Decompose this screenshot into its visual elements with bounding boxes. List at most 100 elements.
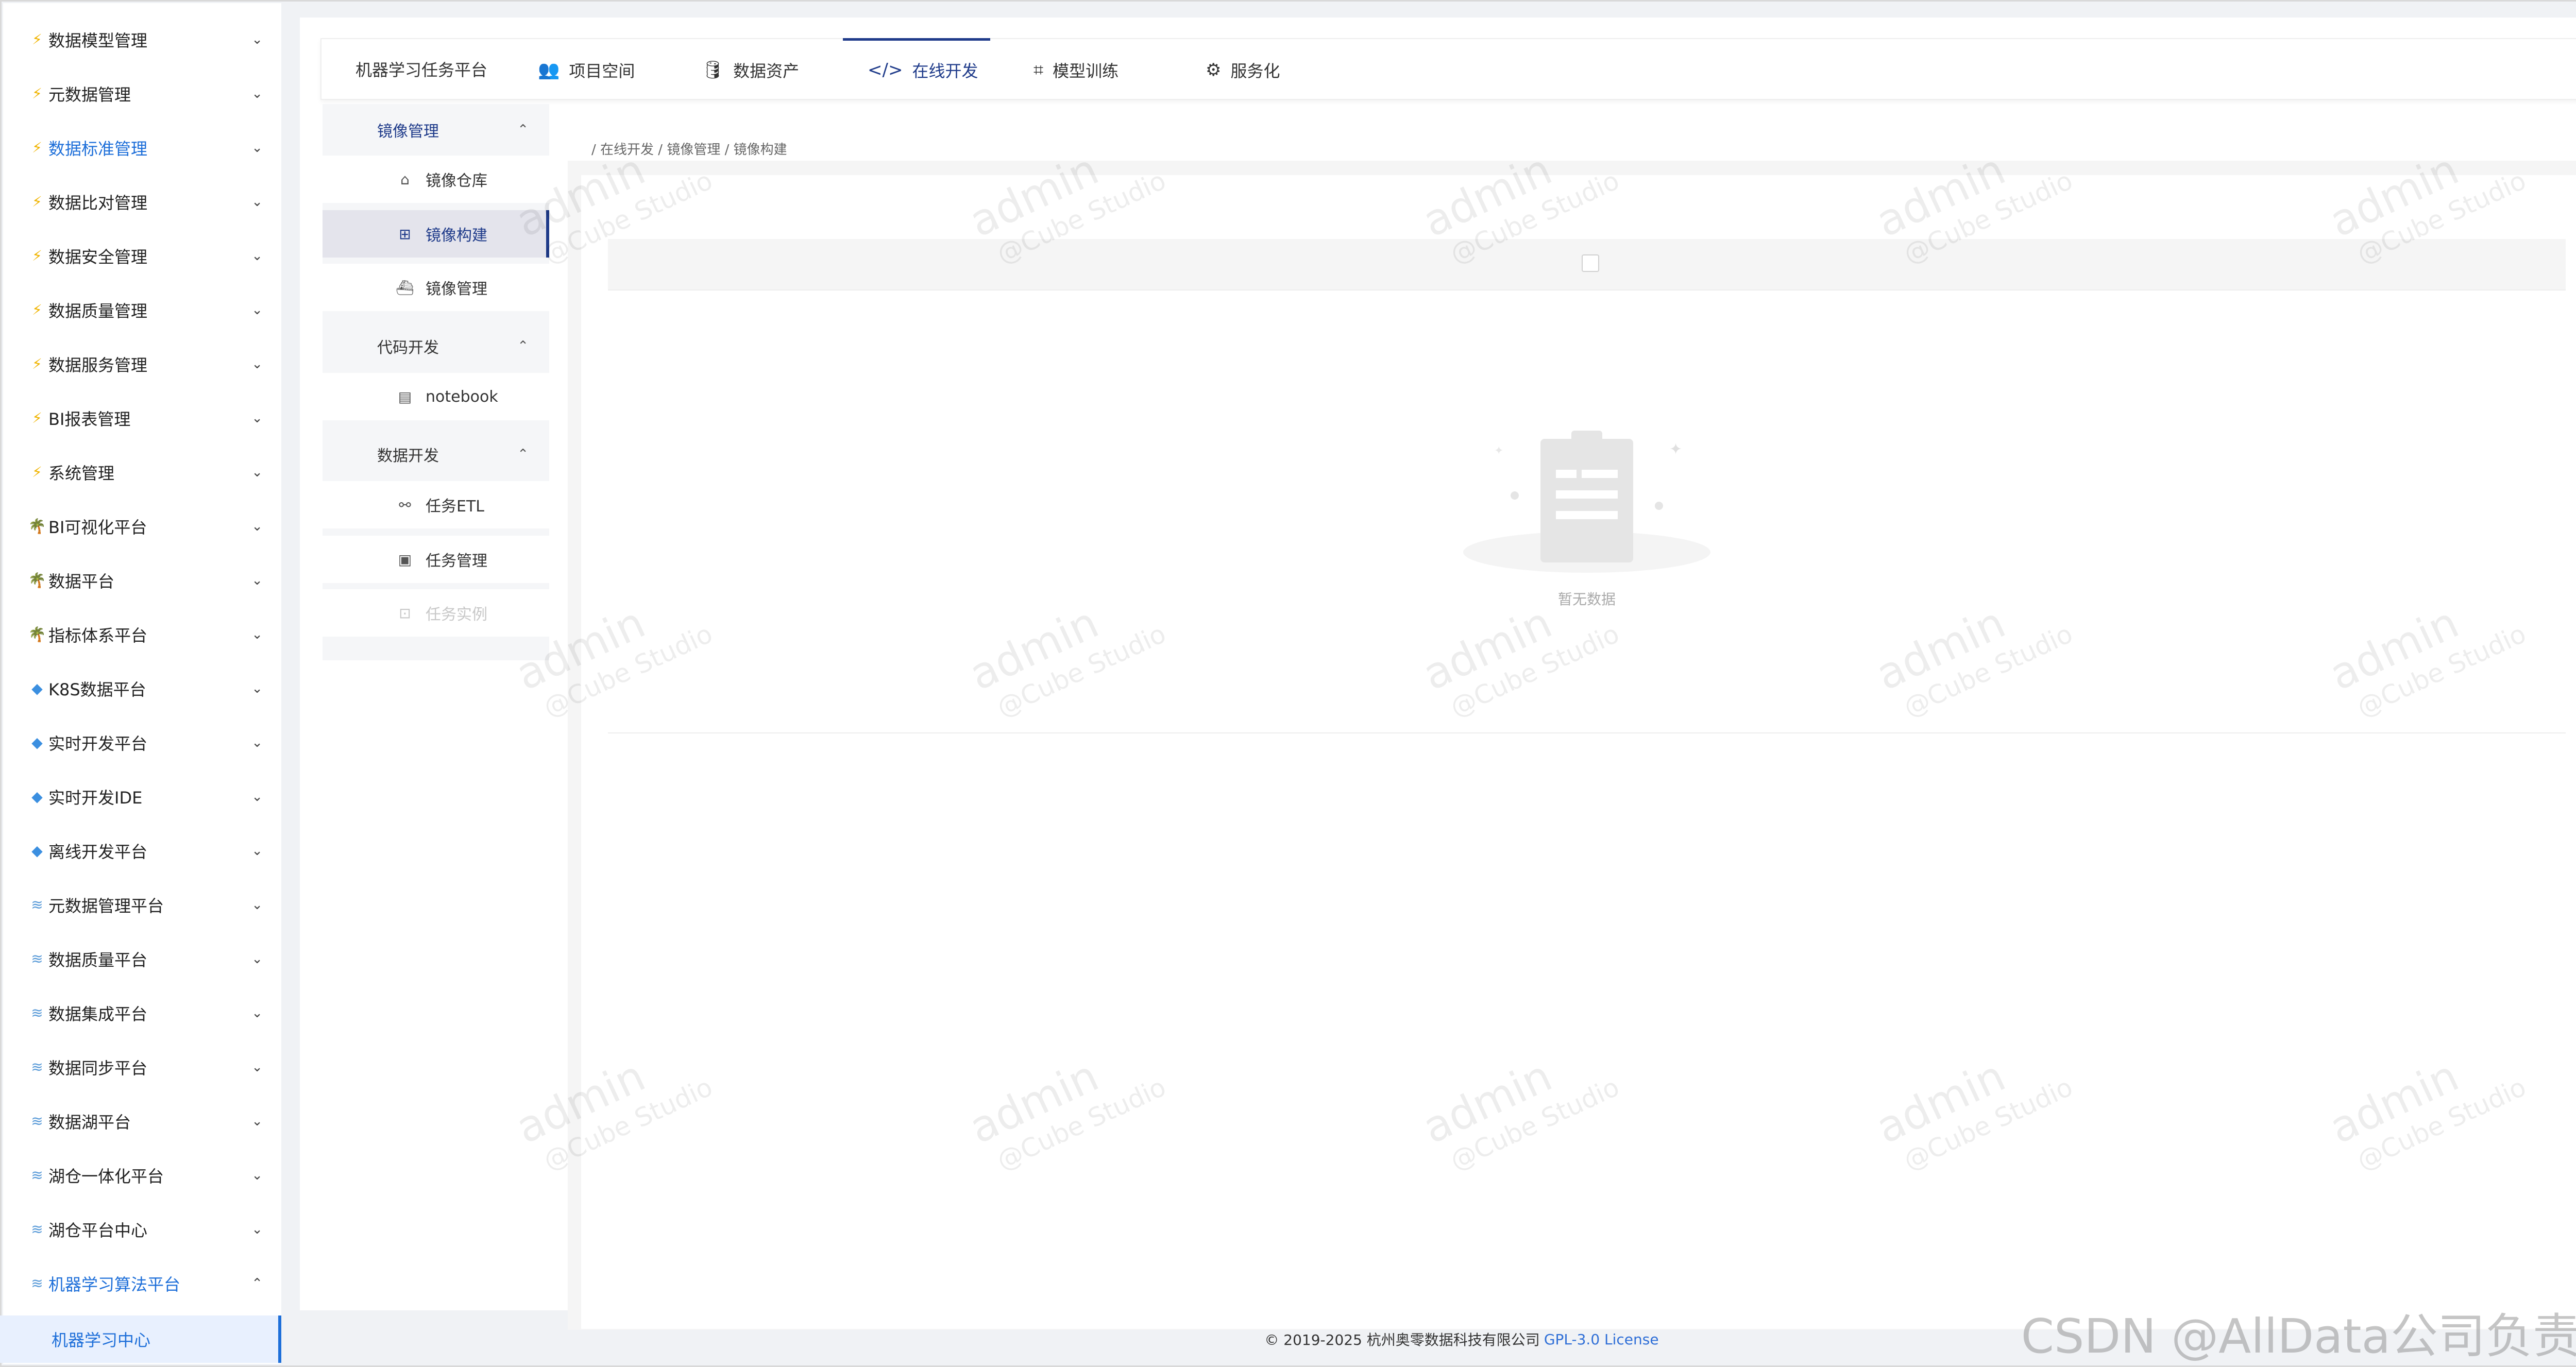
tab-online-dev[interactable]: </> 在线开发	[842, 38, 991, 101]
docker-icon: ⛴	[396, 279, 414, 296]
database-icon: 🛢	[702, 60, 724, 80]
menu-item-task-etl[interactable]: ⚯ 任务ETL	[323, 481, 549, 528]
chevron-down-icon: ⌄	[251, 248, 263, 264]
stack-icon: ≋	[31, 1058, 43, 1075]
sidebar-item-ml-platform[interactable]: ≋ 机器学习算法平台 ⌃	[3, 1256, 281, 1310]
lightning-icon: ⚡	[32, 193, 42, 210]
sidebar-item-data-security[interactable]: ⚡ 数据安全管理 ⌄	[3, 229, 281, 283]
chevron-up-icon: ⌃	[517, 122, 529, 138]
chevron-down-icon: ⌄	[251, 1005, 263, 1021]
menu-item-notebook[interactable]: ▤ notebook	[323, 373, 549, 420]
menu-item-image-build[interactable]: ⊞ 镜像构建	[323, 210, 549, 258]
menu-group-data-dev[interactable]: 数据开发 ⌃	[323, 429, 549, 480]
sidebar-item-data-standard[interactable]: ⚡ 数据标准管理 ⌄	[3, 121, 281, 175]
sidebar-item-k8s[interactable]: ◆ K8S数据平台 ⌄	[3, 661, 281, 715]
empty-clipboard-icon: ✦ ✦	[1463, 431, 1710, 573]
etl-icon: ⚯	[399, 496, 411, 514]
platform-title: 机器学习任务平台	[355, 60, 488, 80]
breadcrumb: / 在线开发 / 镜像管理 / 镜像构建	[591, 142, 787, 158]
sidebar-item-quality-platform[interactable]: ≋ 数据质量平台 ⌄	[3, 932, 281, 986]
svg-text:✦: ✦	[1494, 445, 1503, 457]
sidebar-item-label: 数据集成平台	[48, 1004, 148, 1024]
sidebar-item-label: 系统管理	[48, 463, 115, 483]
sidebar-item-label: BI可视化平台	[48, 517, 147, 537]
lightning-icon: ⚡	[32, 301, 42, 318]
sidebar-item-label: 数据模型管理	[48, 30, 148, 50]
select-all-checkbox[interactable]	[1582, 254, 1599, 272]
sidebar-item-data-service[interactable]: ⚡ 数据服务管理 ⌄	[3, 337, 281, 391]
lightning-icon: ⚡	[32, 464, 42, 481]
chevron-down-icon: ⌄	[251, 789, 263, 805]
chevron-down-icon: ⌄	[251, 843, 263, 859]
palm-tree-icon: 🌴	[28, 626, 46, 643]
sidebar-subitem-ml-center[interactable]: 机器学习中心	[0, 1315, 281, 1363]
sidebar-item-system[interactable]: ⚡ 系统管理 ⌄	[3, 445, 281, 499]
sidebar-item-metadata[interactable]: ⚡ 元数据管理 ⌄	[3, 66, 281, 121]
chevron-down-icon: ⌄	[251, 518, 263, 534]
sidebar-item-realtime[interactable]: ◆ 实时开发平台 ⌄	[3, 715, 281, 770]
chevron-down-icon: ⌄	[251, 194, 263, 210]
tab-label: 模型训练	[1053, 61, 1119, 81]
sidebar-item-lakehouse-center[interactable]: ≋ 湖仓平台中心 ⌄	[3, 1202, 281, 1256]
sidebar-item-label: 湖仓平台中心	[48, 1220, 148, 1240]
empty-state: ✦ ✦ 暂无数据	[608, 289, 2566, 733]
warehouse-icon: ⌂	[400, 170, 410, 188]
empty-text: 暂无数据	[1557, 591, 1616, 608]
tab-data-assets[interactable]: 🛢 数据资产	[702, 39, 799, 101]
code-icon: </>	[868, 60, 903, 80]
stack-icon: ≋	[31, 896, 43, 913]
tab-service[interactable]: ⚙ 服务化	[1206, 39, 1280, 101]
palm-tree-icon: 🌴	[28, 518, 46, 535]
chevron-down-icon: ⌄	[251, 897, 263, 913]
table-header	[608, 239, 2566, 291]
diamond-icon: ◆	[31, 842, 43, 859]
menu-item-label: 任务管理	[426, 552, 487, 570]
menu-item-task-manage[interactable]: ▣ 任务管理	[323, 536, 549, 583]
sidebar-item-data-compare[interactable]: ⚡ 数据比对管理 ⌄	[3, 175, 281, 229]
sidebar-item-data-quality[interactable]: ⚡ 数据质量管理 ⌄	[3, 283, 281, 337]
group-label: 镜像管理	[377, 123, 439, 141]
sidebar-item-label: 数据同步平台	[48, 1058, 148, 1078]
chevron-up-icon: ⌃	[517, 338, 529, 354]
lightning-icon: ⚡	[32, 355, 42, 372]
menu-item-image-repo[interactable]: ⌂ 镜像仓库	[323, 156, 549, 203]
stack-icon: ≋	[31, 1004, 43, 1021]
menu-item-label: 镜像管理	[426, 280, 487, 298]
lightning-icon: ⚡	[32, 31, 42, 48]
menu-item-task-instance[interactable]: ⊡ 任务实例	[323, 589, 549, 637]
task-icon: ▣	[398, 551, 412, 568]
chevron-down-icon: ⌄	[251, 1167, 263, 1183]
content-area: ✦ ✦ 暂无数据	[568, 161, 2576, 1330]
tab-project-space[interactable]: 👥 项目空间	[538, 39, 635, 101]
sidebar-item-datalake[interactable]: ≋ 数据湖平台 ⌄	[3, 1094, 281, 1148]
menu-group-image-management[interactable]: 镜像管理 ⌃	[323, 104, 549, 156]
sidebar-item-bi-report[interactable]: ⚡ BI报表管理 ⌄	[3, 391, 281, 445]
sidebar-item-data-platform[interactable]: 🌴 数据平台 ⌄	[3, 553, 281, 607]
sidebar-item-realtime-ide[interactable]: ◆ 实时开发IDE ⌄	[3, 770, 281, 824]
content-card: ✦ ✦ 暂无数据	[581, 175, 2576, 1329]
chevron-up-icon: ⌃	[251, 1275, 263, 1291]
menu-group-code-dev[interactable]: 代码开发 ⌃	[323, 320, 549, 372]
menu-item-image-manage[interactable]: ⛴ 镜像管理	[323, 264, 549, 311]
chevron-down-icon: ⌄	[251, 464, 263, 480]
sidebar-item-label: 指标体系平台	[48, 625, 148, 645]
sidebar-item-label: 数据质量平台	[48, 950, 148, 970]
sidebar-item-data-model[interactable]: ⚡ 数据模型管理 ⌄	[3, 12, 281, 66]
sidebar-item-integration[interactable]: ≋ 数据集成平台 ⌄	[3, 986, 281, 1040]
sidebar-item-label: K8S数据平台	[48, 679, 146, 699]
sidebar-item-metrics[interactable]: 🌴 指标体系平台 ⌄	[3, 607, 281, 661]
menu-item-label: 任务实例	[426, 606, 487, 624]
sidebar-item-offline[interactable]: ◆ 离线开发平台 ⌄	[3, 824, 281, 878]
people-icon: 👥	[538, 60, 560, 80]
chevron-down-icon: ⌄	[251, 302, 263, 318]
sidebar-subitem-label: 机器学习中心	[52, 1330, 151, 1350]
sidebar-item-bi-visual[interactable]: 🌴 BI可视化平台 ⌄	[3, 499, 281, 553]
tab-model-training[interactable]: ⌗ 模型训练	[1033, 39, 1118, 101]
sidebar-item-lakehouse[interactable]: ≋ 湖仓一体化平台 ⌄	[3, 1148, 281, 1202]
chevron-down-icon: ⌄	[251, 626, 263, 642]
sidebar-item-metadata-platform[interactable]: ≋ 元数据管理平台 ⌄	[3, 878, 281, 932]
license-link[interactable]: GPL-3.0 License	[1544, 1331, 1659, 1348]
sidebar-item-sync[interactable]: ≋ 数据同步平台 ⌄	[3, 1040, 281, 1094]
lightning-icon: ⚡	[32, 247, 42, 264]
chevron-down-icon: ⌄	[251, 410, 263, 426]
